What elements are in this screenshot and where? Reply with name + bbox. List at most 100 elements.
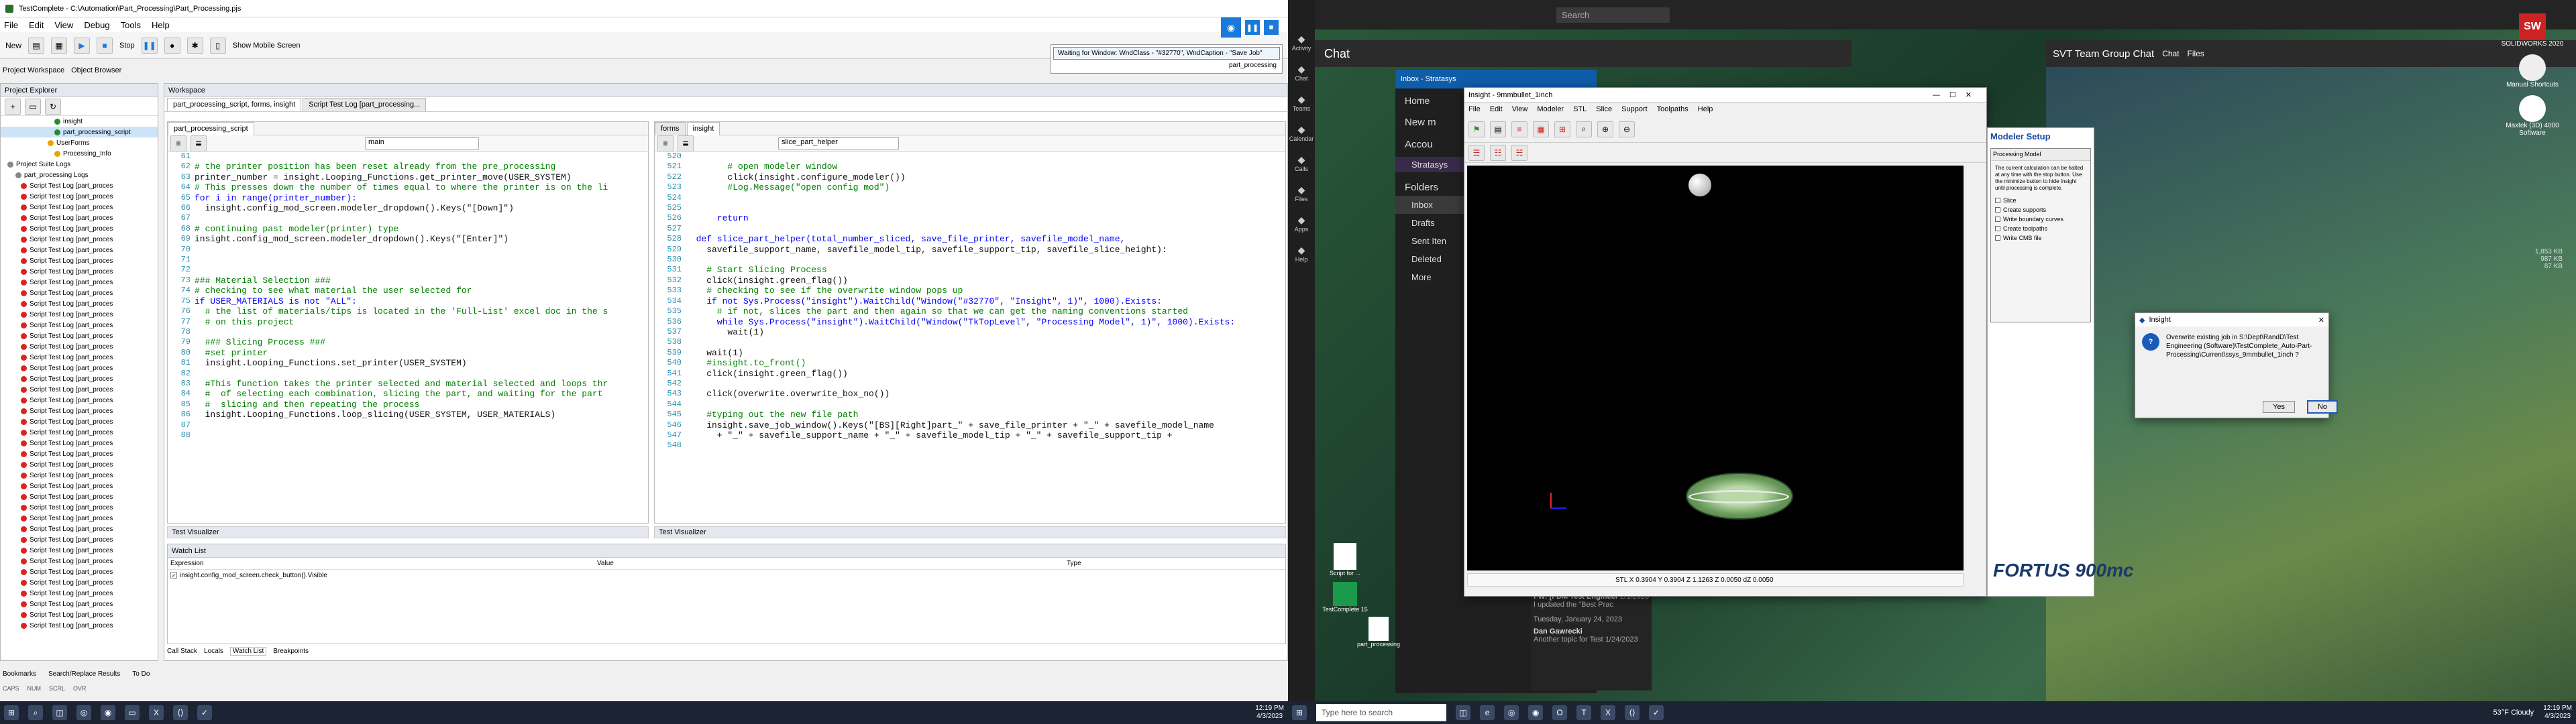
code-line[interactable] xyxy=(686,152,1285,162)
code-line[interactable]: # the list of materials/tips is located … xyxy=(195,306,648,316)
stl-icon[interactable]: ▤ xyxy=(1490,121,1506,137)
code-line[interactable]: return xyxy=(686,213,1285,223)
record-status-icon[interactable]: ◉ xyxy=(1221,17,1241,38)
code-line[interactable]: click(insight.green_flag()) xyxy=(686,369,1285,379)
no-button[interactable]: No xyxy=(2306,400,2339,414)
toolpath-icon[interactable]: ⊞ xyxy=(1554,121,1570,137)
menu-file[interactable]: File xyxy=(1468,105,1481,113)
tab-forms[interactable]: forms xyxy=(655,121,686,135)
code-line[interactable] xyxy=(195,327,648,337)
code-line[interactable]: savefile_support_name, savefile_model_ti… xyxy=(686,245,1285,255)
process-check[interactable]: Write CMB file xyxy=(1991,233,2090,243)
layer-up-icon[interactable]: ☵ xyxy=(1511,144,1527,161)
excel-icon[interactable]: X xyxy=(1601,705,1616,720)
close-icon[interactable]: ✕ xyxy=(2318,316,2328,324)
tab-todo[interactable]: To Do xyxy=(132,670,150,678)
log-item[interactable]: Script Test Log [part_proces xyxy=(1,352,158,363)
log-item[interactable]: Script Test Log [part_proces xyxy=(1,245,158,255)
log-item[interactable]: Script Test Log [part_proces xyxy=(1,459,158,470)
log-item[interactable]: Script Test Log [part_proces xyxy=(1,191,158,202)
log-item[interactable]: Script Test Log [part_proces xyxy=(1,534,158,545)
indent-icon[interactable]: ≡ xyxy=(170,135,186,152)
code-line[interactable]: # on this project xyxy=(195,317,648,327)
log-item[interactable]: Script Test Log [part_proces xyxy=(1,599,158,609)
weather[interactable]: 53°F Cloudy xyxy=(2493,709,2534,717)
menu-view[interactable]: View xyxy=(54,20,73,30)
teams-nav-teams[interactable]: ◆ Teams xyxy=(1288,94,1315,112)
log-item[interactable]: Script Test Log [part_proces xyxy=(1,288,158,298)
code-line[interactable]: while Sys.Process("insight").WaitChild("… xyxy=(686,317,1285,327)
log-item[interactable]: Script Test Log [part_proces xyxy=(1,588,158,599)
log-item[interactable]: Script Test Log [part_proces xyxy=(1,320,158,330)
log-item[interactable]: Script Test Log [part_proces xyxy=(1,491,158,502)
log-item[interactable]: Script Test Log [part_proces xyxy=(1,330,158,341)
log-item[interactable]: Script Test Log [part_proces xyxy=(1,213,158,223)
code-line[interactable] xyxy=(195,420,648,430)
record-icon[interactable]: ● xyxy=(164,37,180,54)
yes-button[interactable]: Yes xyxy=(2263,401,2295,413)
tab-breakpoints[interactable]: Breakpoints xyxy=(273,648,309,655)
log-item[interactable]: Script Test Log [part_proces xyxy=(1,566,158,577)
function-dropdown[interactable]: slice_part_helper xyxy=(778,137,899,149)
stop-player-icon[interactable]: ■ xyxy=(1264,20,1279,35)
add-icon[interactable]: + xyxy=(5,98,21,115)
slice-icon[interactable]: ≡ xyxy=(1511,121,1527,137)
log-item[interactable]: Script Test Log [part_proces xyxy=(1,384,158,395)
zoom-out-icon[interactable]: ⊖ xyxy=(1619,121,1635,137)
start-icon[interactable]: ⊞ xyxy=(4,705,19,720)
teams-nav-apps[interactable]: ◆ Apps xyxy=(1288,215,1315,233)
code-line[interactable] xyxy=(195,430,648,440)
log-item[interactable]: Script Test Log [part_proces xyxy=(1,255,158,266)
layer-down-icon[interactable]: ☷ xyxy=(1490,144,1506,161)
save-icon[interactable]: ▦ xyxy=(51,37,68,54)
teams-nav-help[interactable]: ◆ Help xyxy=(1288,245,1315,263)
log-item[interactable]: Script Test Log [part_proces xyxy=(1,309,158,320)
code-line[interactable]: insight.config_mod_screen.modeler_dropdo… xyxy=(195,203,648,213)
test-visualizer-right[interactable]: Test Visualizer xyxy=(654,526,1286,538)
tab-watch-list[interactable]: Watch List xyxy=(229,647,267,656)
code-line[interactable]: #set printer xyxy=(195,348,648,358)
function-dropdown[interactable]: main xyxy=(365,137,479,149)
tree-item[interactable]: part_processing_script xyxy=(1,127,158,137)
tab-project-workspace[interactable]: Project Workspace xyxy=(3,66,64,74)
folder-icon[interactable]: ▭ xyxy=(25,98,41,115)
code-line[interactable] xyxy=(195,152,648,162)
firefox-icon[interactable]: ◉ xyxy=(1528,705,1544,720)
log-item[interactable]: Script Test Log [part_proces xyxy=(1,416,158,427)
checkbox-icon[interactable] xyxy=(1995,217,2000,222)
test-visualizer-left[interactable]: Test Visualizer xyxy=(167,526,649,538)
code-line[interactable]: # if not, slices the part and then again… xyxy=(686,306,1285,316)
code-line[interactable]: # continuing past modeler(printer) type xyxy=(195,224,648,234)
tree-item[interactable]: part_processing Logs xyxy=(1,170,158,180)
log-item[interactable]: Script Test Log [part_proces xyxy=(1,609,158,620)
code-line[interactable]: insight.save_job_window().Keys("[BS][Rig… xyxy=(686,420,1285,430)
code-line[interactable]: # of selecting each combination, slicing… xyxy=(195,389,648,399)
log-item[interactable]: Script Test Log [part_proces xyxy=(1,180,158,191)
manual-shortcuts[interactable]: Manual Shortcuts xyxy=(2496,54,2569,88)
left-code[interactable]: # the printer position has been reset al… xyxy=(195,152,648,440)
pause-icon[interactable]: ❚❚ xyxy=(141,37,158,54)
teams-nav-calendar[interactable]: ◆ Calendar xyxy=(1288,124,1315,142)
tab-search-replace[interactable]: Search/Replace Results xyxy=(48,670,120,678)
taskview-icon[interactable]: ◫ xyxy=(1456,705,1471,720)
outdent-icon[interactable]: ≣ xyxy=(191,135,207,152)
taskview-icon[interactable]: ◫ xyxy=(52,705,67,720)
log-item[interactable]: Script Test Log [part_proces xyxy=(1,223,158,234)
mobile-icon[interactable]: ▯ xyxy=(209,37,226,54)
log-item[interactable]: Script Test Log [part_proces xyxy=(1,406,158,416)
process-check[interactable]: Slice xyxy=(1991,196,2090,205)
code-line[interactable] xyxy=(686,379,1285,389)
refresh-icon[interactable]: ↻ xyxy=(45,98,61,115)
code-line[interactable]: ### Material Selection ### xyxy=(195,276,648,286)
tab-call-stack[interactable]: Call Stack xyxy=(167,648,197,655)
menu-debug[interactable]: Debug xyxy=(84,20,109,30)
code-line[interactable]: # open modeler window xyxy=(686,162,1285,172)
tree-item[interactable]: Processing_Info xyxy=(1,148,158,159)
menu-help[interactable]: Help xyxy=(152,20,170,30)
menu-file[interactable]: File xyxy=(4,20,18,30)
stop-button[interactable]: Stop xyxy=(119,42,135,50)
teams-nav-calls[interactable]: ◆ Calls xyxy=(1288,154,1315,172)
mail-item[interactable]: Dan Gawrecki xyxy=(1534,627,1649,636)
checkbox-icon[interactable] xyxy=(1995,235,2000,241)
support-icon[interactable]: ▦ xyxy=(1533,121,1549,137)
